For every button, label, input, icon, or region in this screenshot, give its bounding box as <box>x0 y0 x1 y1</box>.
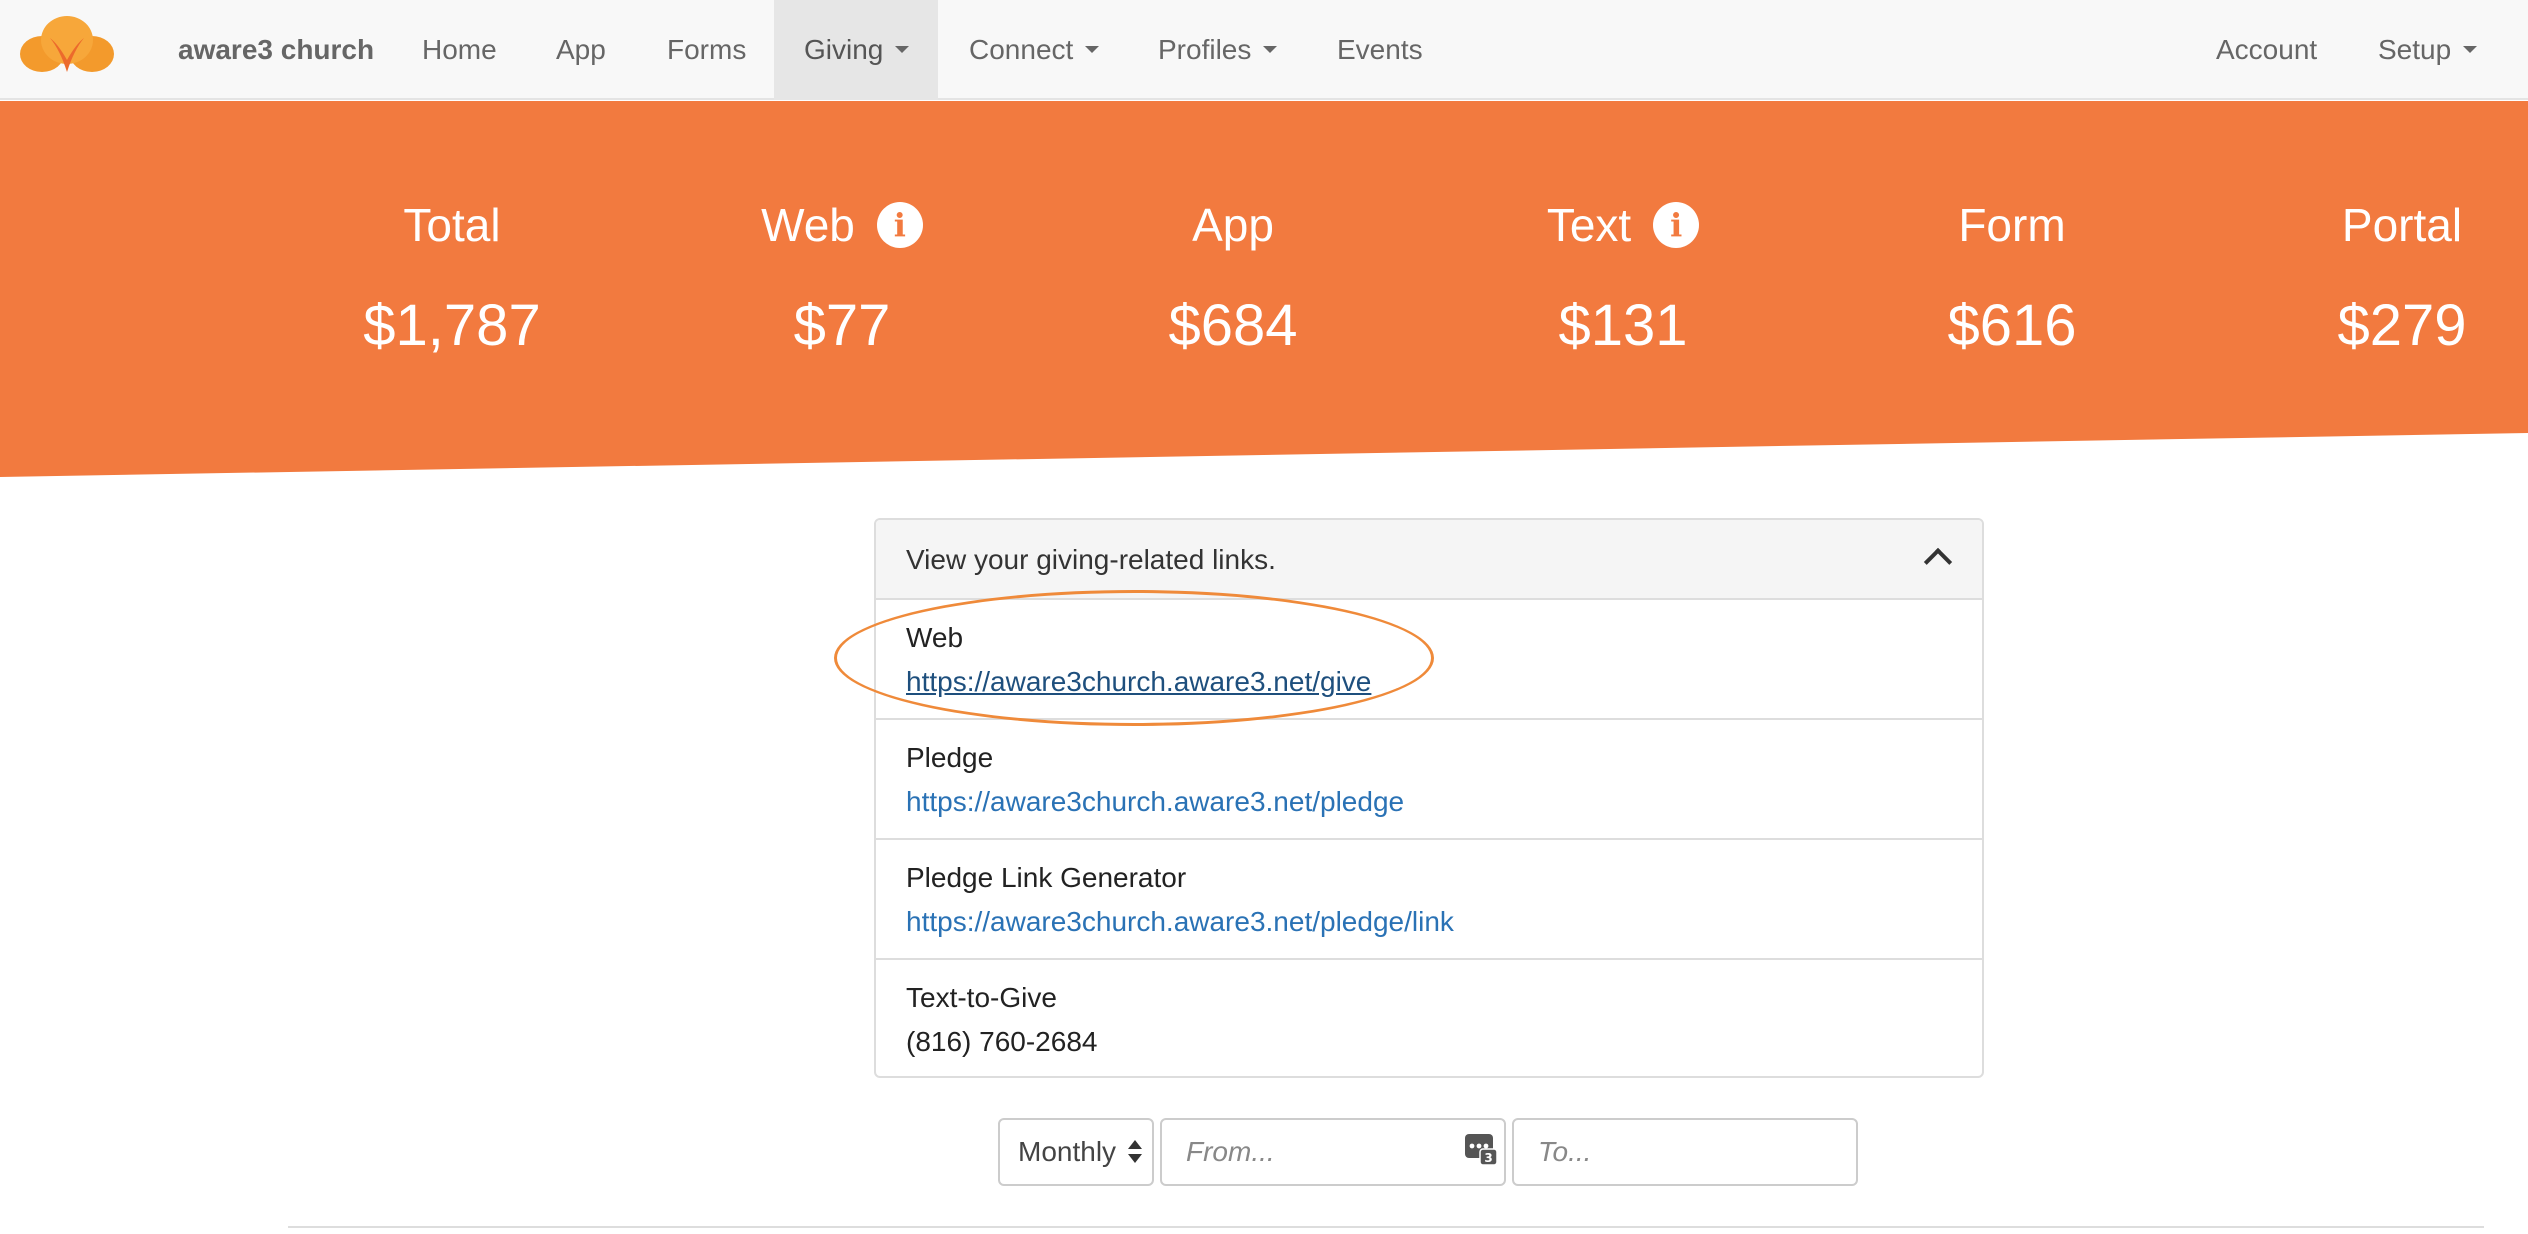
link-row-web: Web https://aware3church.aware3.net/give <box>876 600 1982 720</box>
link-row-pledge-generator: Pledge Link Generator https://aware3chur… <box>876 840 1982 960</box>
stat-web-label: Web <box>761 199 855 251</box>
calendar-icon[interactable]: 3 <box>1464 1132 1498 1166</box>
stat-form-value: $616 <box>1947 293 2077 358</box>
stat-text-label: Text <box>1546 199 1632 251</box>
link-label: Web <box>906 622 964 653</box>
period-select[interactable]: Monthly <box>998 1118 1154 1186</box>
link-row-text-to-give: Text-to-Give (816) 760-2684 <box>876 960 1982 1076</box>
top-navbar: aware3 church Home App Forms Giving Conn… <box>0 0 2528 100</box>
nav-account[interactable]: Account <box>2216 0 2317 100</box>
pledge-link[interactable]: https://aware3church.aware3.net/pledge <box>906 782 1404 822</box>
nav-connect-label: Connect <box>969 34 1074 65</box>
stat-app-label: App <box>1192 199 1274 251</box>
nav-home[interactable]: Home <box>422 0 497 100</box>
from-date-input[interactable] <box>1160 1118 1506 1186</box>
banner-background <box>0 101 2528 477</box>
panel-title: View your giving-related links. <box>906 544 1276 575</box>
chevron-down-icon <box>1263 46 1278 54</box>
select-arrows-icon <box>1128 1140 1142 1166</box>
stat-total-value: $1,787 <box>363 293 541 358</box>
info-icon[interactable]: i <box>876 201 923 248</box>
nav-profiles-dropdown[interactable]: Profiles <box>1158 0 1278 100</box>
stat-form-label: Form <box>1958 199 2066 251</box>
pledge-link-generator-link[interactable]: https://aware3church.aware3.net/pledge/l… <box>906 902 1454 942</box>
chevron-down-icon <box>2463 46 2478 54</box>
link-label: Text-to-Give <box>906 982 1057 1013</box>
info-icon[interactable]: i <box>1653 201 1700 248</box>
divider <box>288 1226 2484 1228</box>
panel-heading[interactable]: View your giving-related links. <box>876 520 1982 600</box>
nav-events[interactable]: Events <box>1337 0 1423 100</box>
nav-app[interactable]: App <box>556 0 606 100</box>
link-label: Pledge Link Generator <box>906 862 1187 893</box>
stat-portal-value: $279 <box>2337 293 2467 358</box>
link-label: Pledge <box>906 742 994 773</box>
stat-web-label-row: Web i <box>662 195 1022 255</box>
stat-web-value: $77 <box>793 293 891 358</box>
aware3-logo-icon[interactable] <box>20 14 114 78</box>
nav-profiles-label: Profiles <box>1158 34 1252 65</box>
nav-forms[interactable]: Forms <box>667 0 746 100</box>
stat-portal-label: Portal <box>2341 199 2463 251</box>
text-to-give-number: (816) 760-2684 <box>906 1026 1098 1057</box>
link-row-pledge: Pledge https://aware3church.aware3.net/p… <box>876 720 1982 840</box>
nav-setup-dropdown[interactable]: Setup <box>2378 0 2478 100</box>
stat-text-label-row: Text i <box>1443 195 1803 255</box>
calendar-badge: 3 <box>1484 1151 1492 1165</box>
brand-name[interactable]: aware3 church <box>178 0 374 100</box>
period-select-value: Monthly <box>1018 1136 1117 1167</box>
stat-text-value: $131 <box>1558 293 1688 358</box>
web-give-link[interactable]: https://aware3church.aware3.net/give <box>906 662 1371 702</box>
chevron-down-icon <box>1085 46 1100 54</box>
nav-giving-dropdown[interactable]: Giving <box>774 0 938 100</box>
nav-setup-label: Setup <box>2378 34 2452 65</box>
giving-links-panel: View your giving-related links. Web http… <box>874 518 1984 1078</box>
stat-app-value: $684 <box>1168 293 1298 358</box>
to-date-input[interactable] <box>1512 1118 1858 1186</box>
nav-giving-label: Giving <box>804 34 884 65</box>
nav-connect-dropdown[interactable]: Connect <box>969 0 1100 100</box>
giving-stats-banner: Total $1,787 Web i $77 App $684 Text i $13… <box>0 101 2528 477</box>
chevron-up-icon[interactable] <box>1923 547 1953 577</box>
stat-total-label: Total <box>403 199 501 251</box>
chevron-down-icon <box>895 46 910 54</box>
